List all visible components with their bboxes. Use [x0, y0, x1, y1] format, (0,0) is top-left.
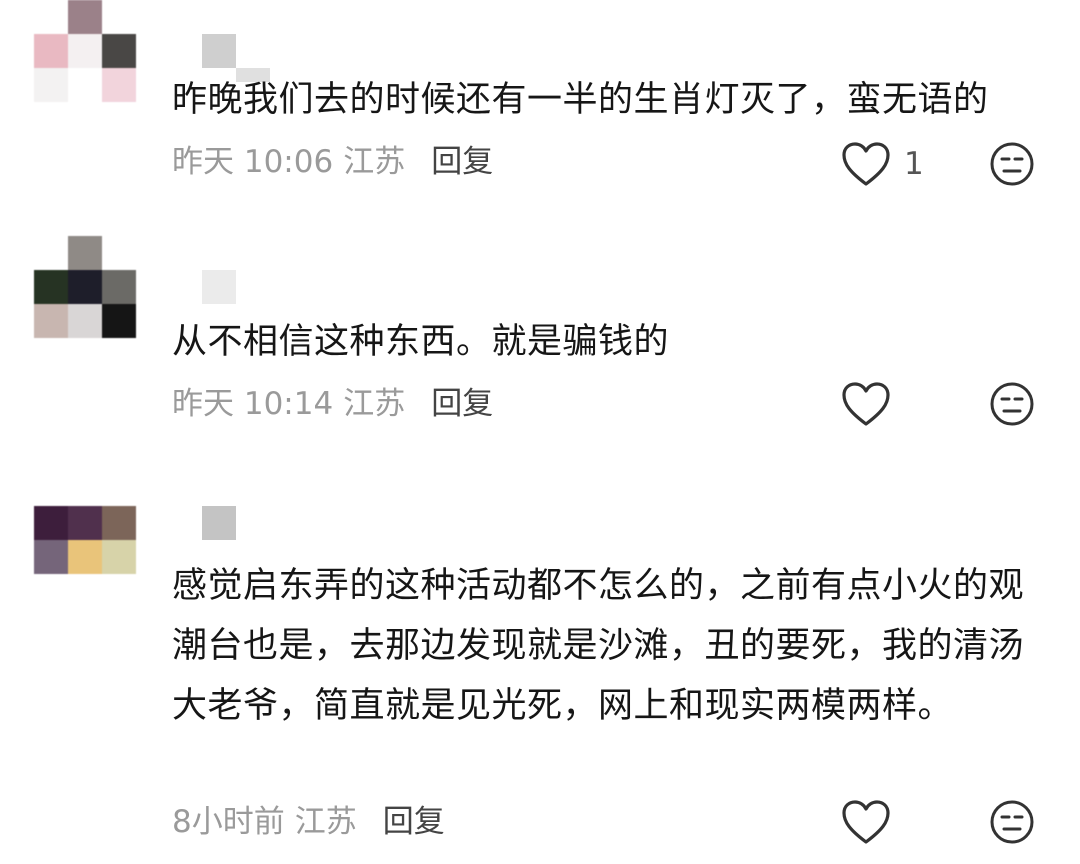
comment-location: 江苏	[343, 386, 406, 422]
avatar[interactable]	[34, 236, 136, 338]
comment-time: 昨天 10:14	[172, 386, 334, 422]
neutral-face-icon[interactable]	[988, 140, 1036, 188]
avatar[interactable]	[34, 0, 136, 102]
comment-item: 感觉启东弄的这种活动都不怎么的，之前有点小火的观潮台也是，去那边发现就是沙滩，丑…	[0, 506, 1080, 864]
username[interactable]	[202, 506, 236, 540]
username[interactable]	[202, 270, 236, 304]
like-count: 1	[904, 146, 924, 182]
avatar[interactable]	[34, 506, 136, 574]
comment-meta: 8小时前 江苏 回复	[172, 802, 445, 842]
reply-button[interactable]: 回复	[431, 384, 493, 424]
comment-text: 从不相信这种东西。就是骗钱的	[172, 322, 670, 362]
comment-text: 昨晚我们去的时候还有一半的生肖灯灭了，蛮无语的	[172, 80, 989, 120]
reply-button[interactable]: 回复	[431, 142, 493, 182]
heart-outline-icon	[842, 142, 890, 186]
comment-meta: 昨天 10:06 江苏 回复	[172, 142, 493, 182]
comment-location: 江苏	[294, 804, 357, 840]
like-button[interactable]	[840, 380, 892, 428]
comment-text: 感觉启东弄的这种活动都不怎么的，之前有点小火的观潮台也是，去那边发现就是沙滩，丑…	[172, 566, 1025, 726]
like-button[interactable]	[840, 798, 892, 846]
comment-time: 8小时前	[172, 804, 285, 840]
comment-meta: 昨天 10:14 江苏 回复	[172, 384, 493, 424]
comment-item: 从不相信这种东西。就是骗钱的 昨天 10:14 江苏 回复	[0, 236, 1080, 436]
comment-item: 昨晚我们去的时候还有一半的生肖灯灭了，蛮无语的 昨天 10:06 江苏 回复 1	[0, 0, 1080, 200]
neutral-face-icon[interactable]	[988, 380, 1036, 428]
reply-button[interactable]: 回复	[383, 802, 445, 842]
like-button[interactable]: 1	[840, 140, 924, 188]
neutral-face-icon[interactable]	[988, 798, 1036, 846]
heart-outline-icon	[842, 382, 890, 426]
comment-location: 江苏	[343, 144, 406, 180]
username[interactable]	[202, 34, 236, 68]
comment-time: 昨天 10:06	[172, 144, 334, 180]
heart-outline-icon	[842, 800, 890, 844]
